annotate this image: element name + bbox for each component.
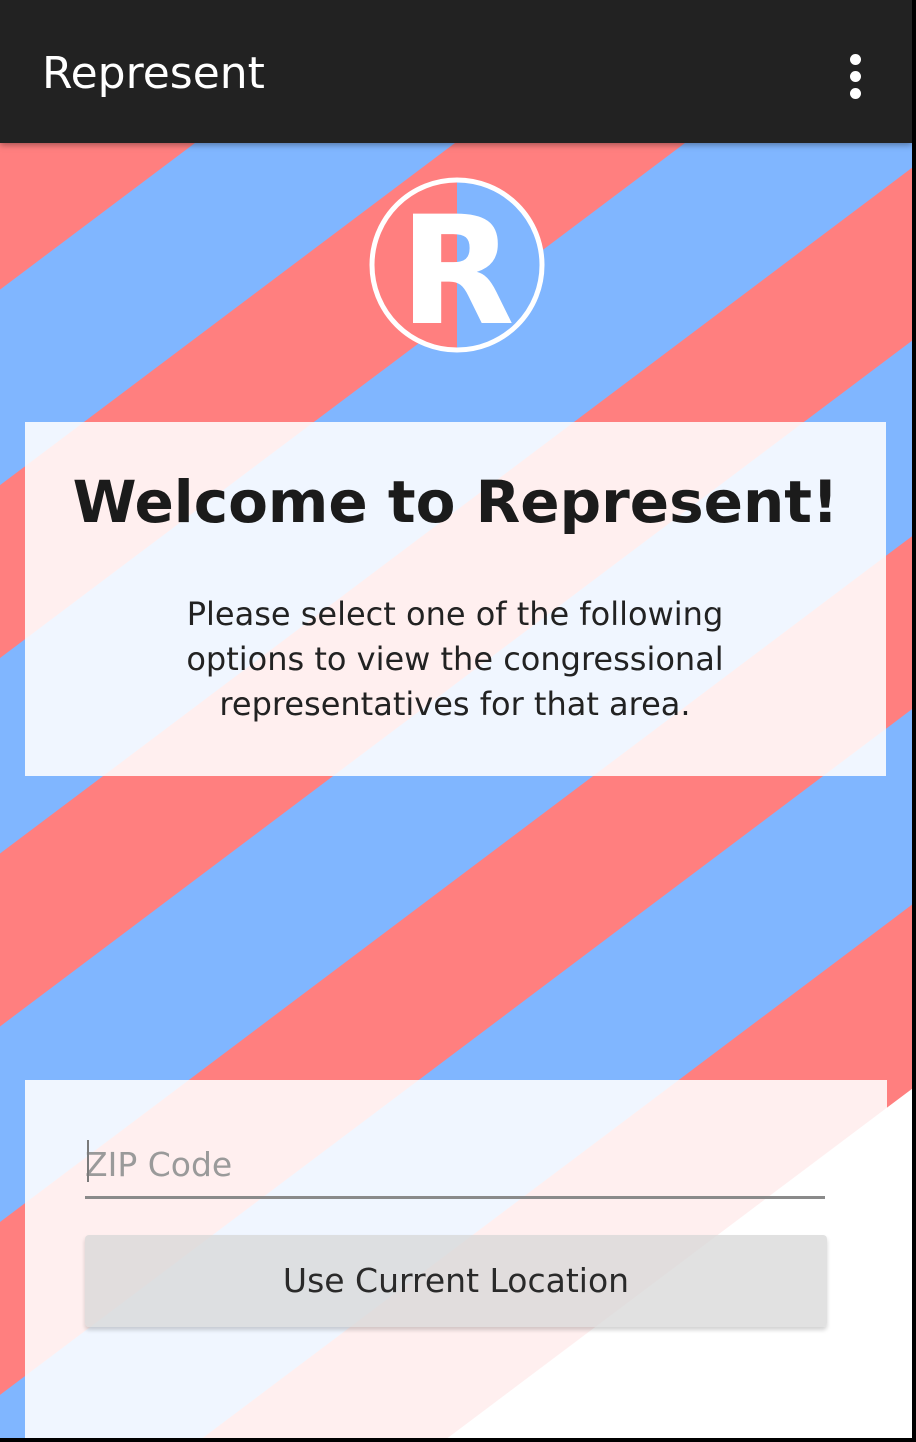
search-options-card: Use Current Location [25, 1080, 887, 1438]
more-vert-icon[interactable] [828, 40, 884, 108]
main-content: R Welcome to Represent! Please select on… [0, 143, 912, 1438]
represent-logo: R [369, 177, 545, 355]
welcome-subtitle: Please select one of the following optio… [186, 595, 724, 723]
app-bar: Represent [0, 0, 912, 143]
app-title: Represent [42, 48, 265, 99]
use-current-location-button[interactable]: Use Current Location [85, 1235, 827, 1327]
overflow-dot [850, 71, 861, 82]
overflow-dot [850, 54, 861, 65]
text-cursor [87, 1140, 89, 1182]
app-screen: Represent R Welcome to Represent! Please… [0, 0, 912, 1438]
welcome-title: Welcome to Represent! [72, 468, 839, 536]
logo-letter: R [399, 185, 515, 355]
overflow-dot [850, 88, 861, 99]
welcome-card: Welcome to Represent! Please select one … [25, 422, 886, 776]
zip-code-input[interactable] [85, 1138, 825, 1199]
